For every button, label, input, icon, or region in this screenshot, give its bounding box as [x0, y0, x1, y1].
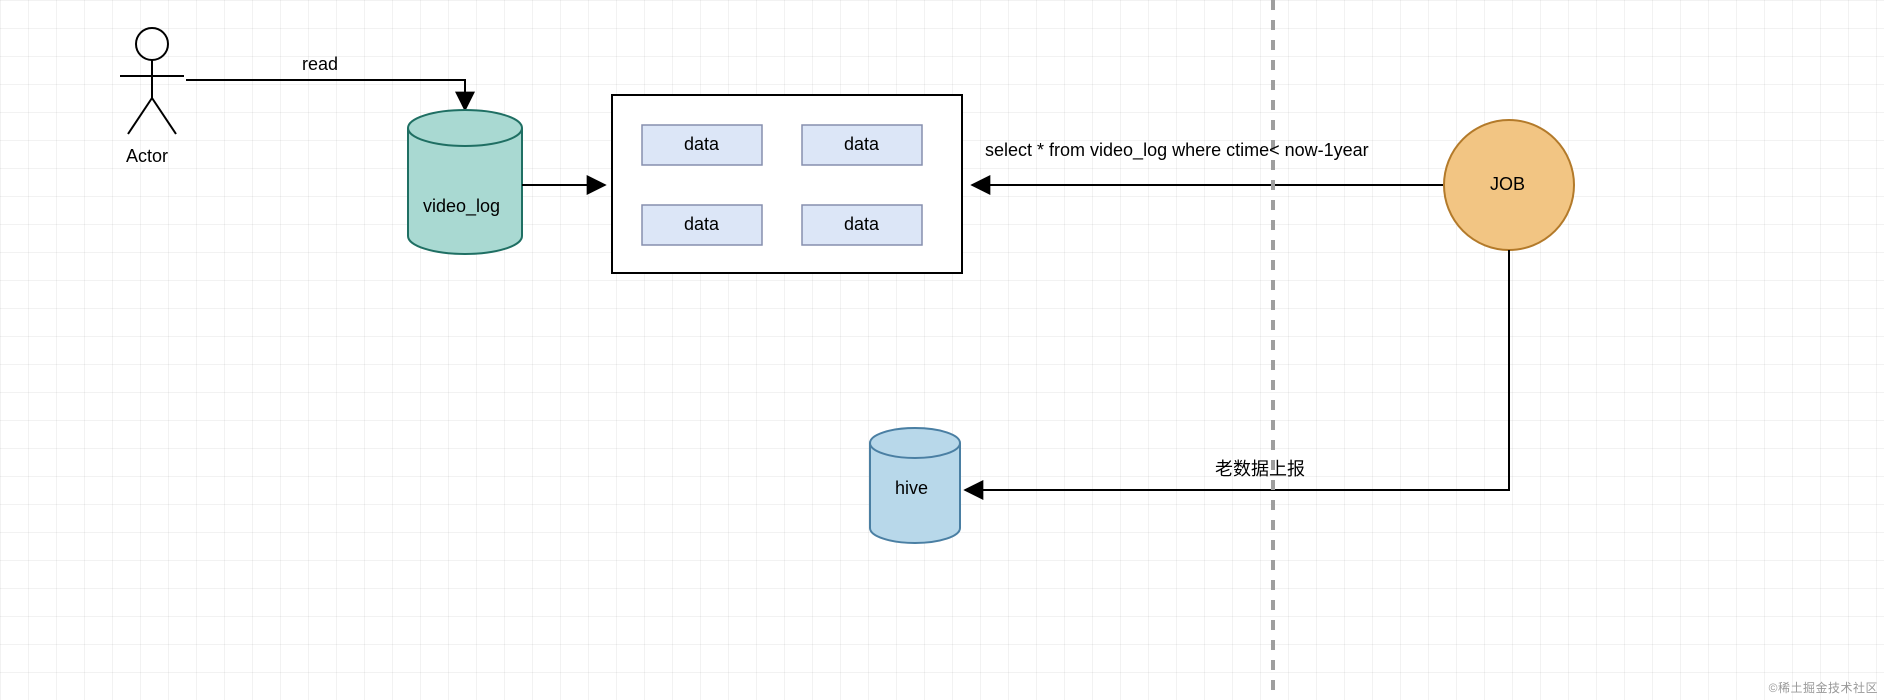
db-video-log	[408, 110, 522, 254]
actor-icon	[120, 28, 184, 134]
job-label: JOB	[1490, 174, 1525, 195]
edge-report-label: 老数据上报	[1215, 455, 1305, 481]
data-cell-label: data	[684, 134, 719, 155]
edge-query-label: select * from video_log where ctime< now…	[985, 140, 1369, 161]
edge-read-label: read	[302, 54, 338, 75]
db-hive-label: hive	[895, 478, 928, 499]
db-video-log-label: video_log	[423, 196, 500, 217]
edge-job-to-hive	[965, 250, 1509, 490]
data-cell-label: data	[684, 214, 719, 235]
actor-label: Actor	[126, 146, 168, 167]
diagram-canvas	[0, 0, 1884, 700]
edge-read	[186, 80, 465, 110]
data-cell-label: data	[844, 134, 879, 155]
data-box	[612, 95, 962, 273]
watermark: ©稀土掘金技术社区	[1769, 679, 1878, 696]
data-cell-label: data	[844, 214, 879, 235]
